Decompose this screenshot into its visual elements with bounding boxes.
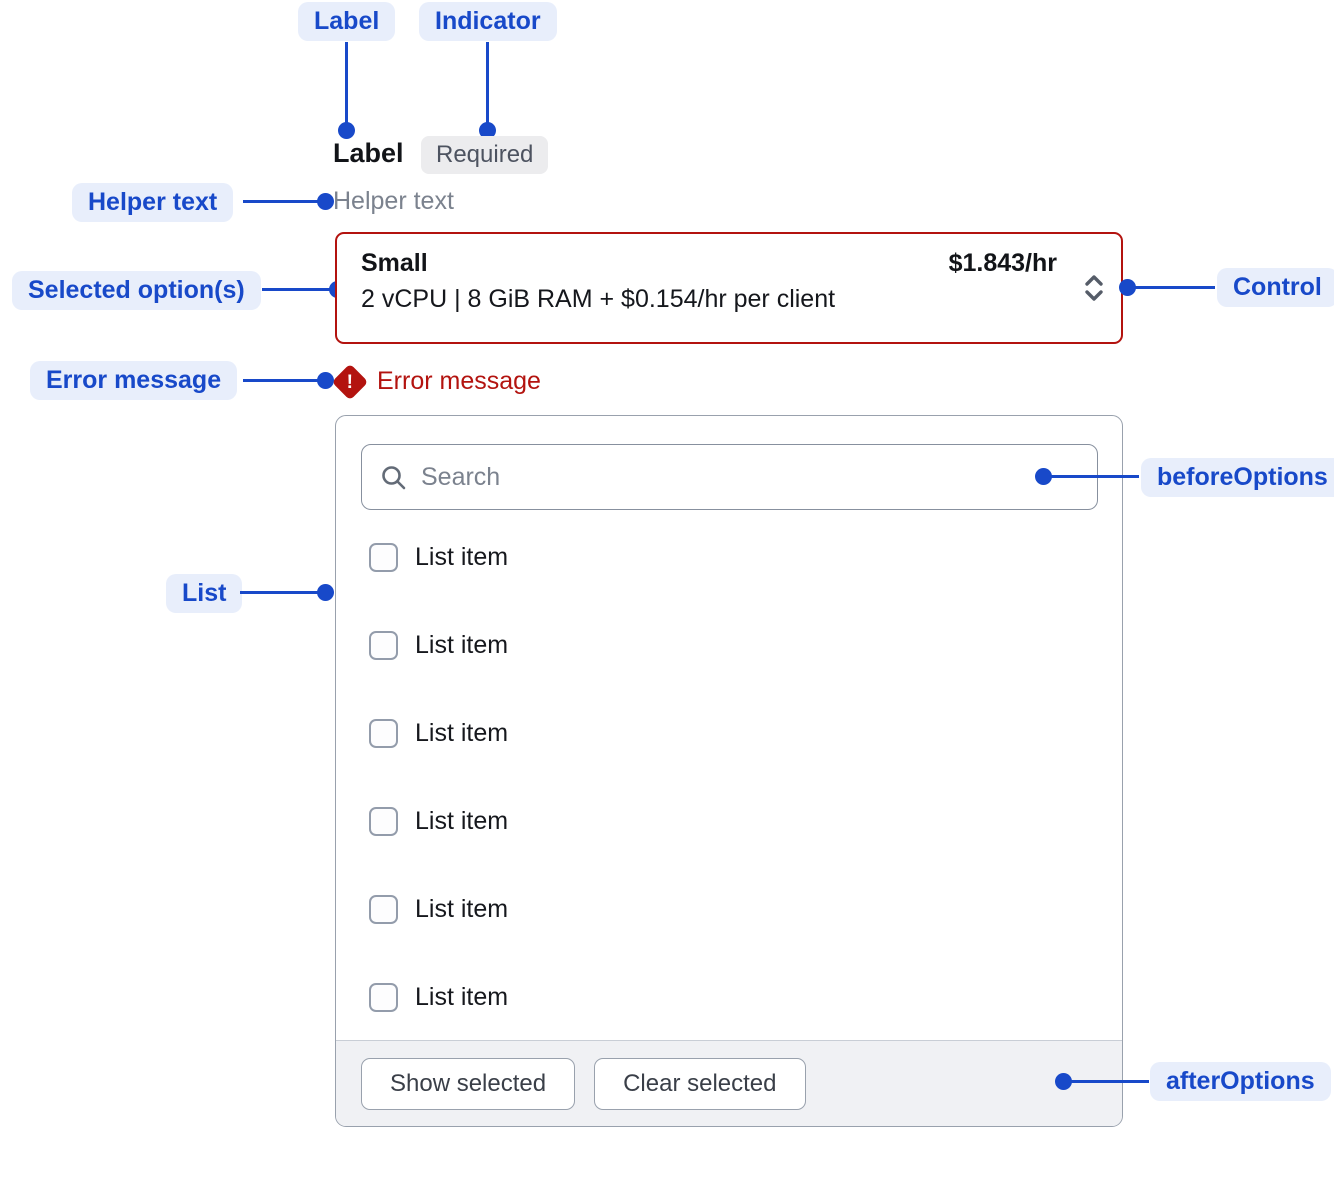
annotation-indicator: Indicator: [419, 2, 557, 41]
list-item[interactable]: List item: [369, 895, 508, 924]
list-item[interactable]: List item: [369, 983, 508, 1012]
connector-line-list: [240, 591, 325, 594]
list-item[interactable]: List item: [369, 631, 508, 660]
list-item-label: List item: [415, 895, 508, 924]
clear-selected-button[interactable]: Clear selected: [594, 1058, 805, 1110]
annotation-helper-text: Helper text: [72, 183, 233, 222]
connector-dot-list: [317, 584, 334, 601]
selected-option-row: Small $1.843/hr: [361, 249, 1097, 278]
list-item-label: List item: [415, 543, 508, 572]
connector-line-indicator: [486, 42, 489, 132]
connector-line-control: [1128, 286, 1215, 289]
annotation-after-options: afterOptions: [1150, 1062, 1331, 1101]
selectable-anatomy-diagram: Label Indicator Label Required Helper te…: [0, 0, 1334, 1196]
connector-dot-error: [317, 372, 334, 389]
connector-dot-helper: [317, 193, 334, 210]
selected-option-details: 2 vCPU | 8 GiB RAM + $0.154/hr per clien…: [361, 285, 1097, 314]
search-icon: [380, 464, 407, 491]
up-down-chevron-icon: [1082, 272, 1106, 304]
helper-text: Helper text: [333, 187, 454, 216]
connector-line-selected: [262, 288, 337, 291]
field-label: Label: [333, 138, 404, 169]
checkbox[interactable]: [369, 719, 398, 748]
checkbox[interactable]: [369, 543, 398, 572]
annotation-selected-options: Selected option(s): [12, 271, 261, 310]
list-item[interactable]: List item: [369, 719, 508, 748]
list-item[interactable]: List item: [369, 543, 508, 572]
checkbox[interactable]: [369, 631, 398, 660]
search-box[interactable]: [361, 444, 1098, 510]
selected-option-title: Small: [361, 249, 428, 278]
annotation-label: Label: [298, 2, 395, 41]
annotation-error-message: Error message: [30, 361, 237, 400]
search-input[interactable]: [421, 463, 1079, 492]
list-item[interactable]: List item: [369, 807, 508, 836]
connector-dot-label: [338, 122, 355, 139]
connector-line-error: [243, 379, 325, 382]
required-badge: Required: [421, 136, 548, 174]
list-item-label: List item: [415, 983, 508, 1012]
error-message: Error message: [377, 367, 541, 396]
checkbox[interactable]: [369, 983, 398, 1012]
list-item-label: List item: [415, 631, 508, 660]
annotation-control: Control: [1217, 268, 1334, 307]
connector-line-helper: [243, 200, 325, 203]
selected-option-price: $1.843/hr: [949, 249, 1057, 278]
select-control[interactable]: Small $1.843/hr 2 vCPU | 8 GiB RAM + $0.…: [335, 232, 1123, 344]
checkbox[interactable]: [369, 895, 398, 924]
annotation-list: List: [166, 574, 242, 613]
list-item-label: List item: [415, 807, 508, 836]
connector-line-before-options: [1043, 475, 1139, 478]
connector-line-after-options: [1063, 1080, 1149, 1083]
error-icon: !: [332, 364, 369, 401]
options-popover: List item List item List item List item …: [335, 415, 1123, 1127]
list-item-label: List item: [415, 719, 508, 748]
annotation-before-options: beforeOptions: [1141, 458, 1334, 497]
checkbox[interactable]: [369, 807, 398, 836]
popover-footer: Show selected Clear selected: [336, 1040, 1122, 1126]
connector-line-label: [345, 42, 348, 132]
show-selected-button[interactable]: Show selected: [361, 1058, 575, 1110]
